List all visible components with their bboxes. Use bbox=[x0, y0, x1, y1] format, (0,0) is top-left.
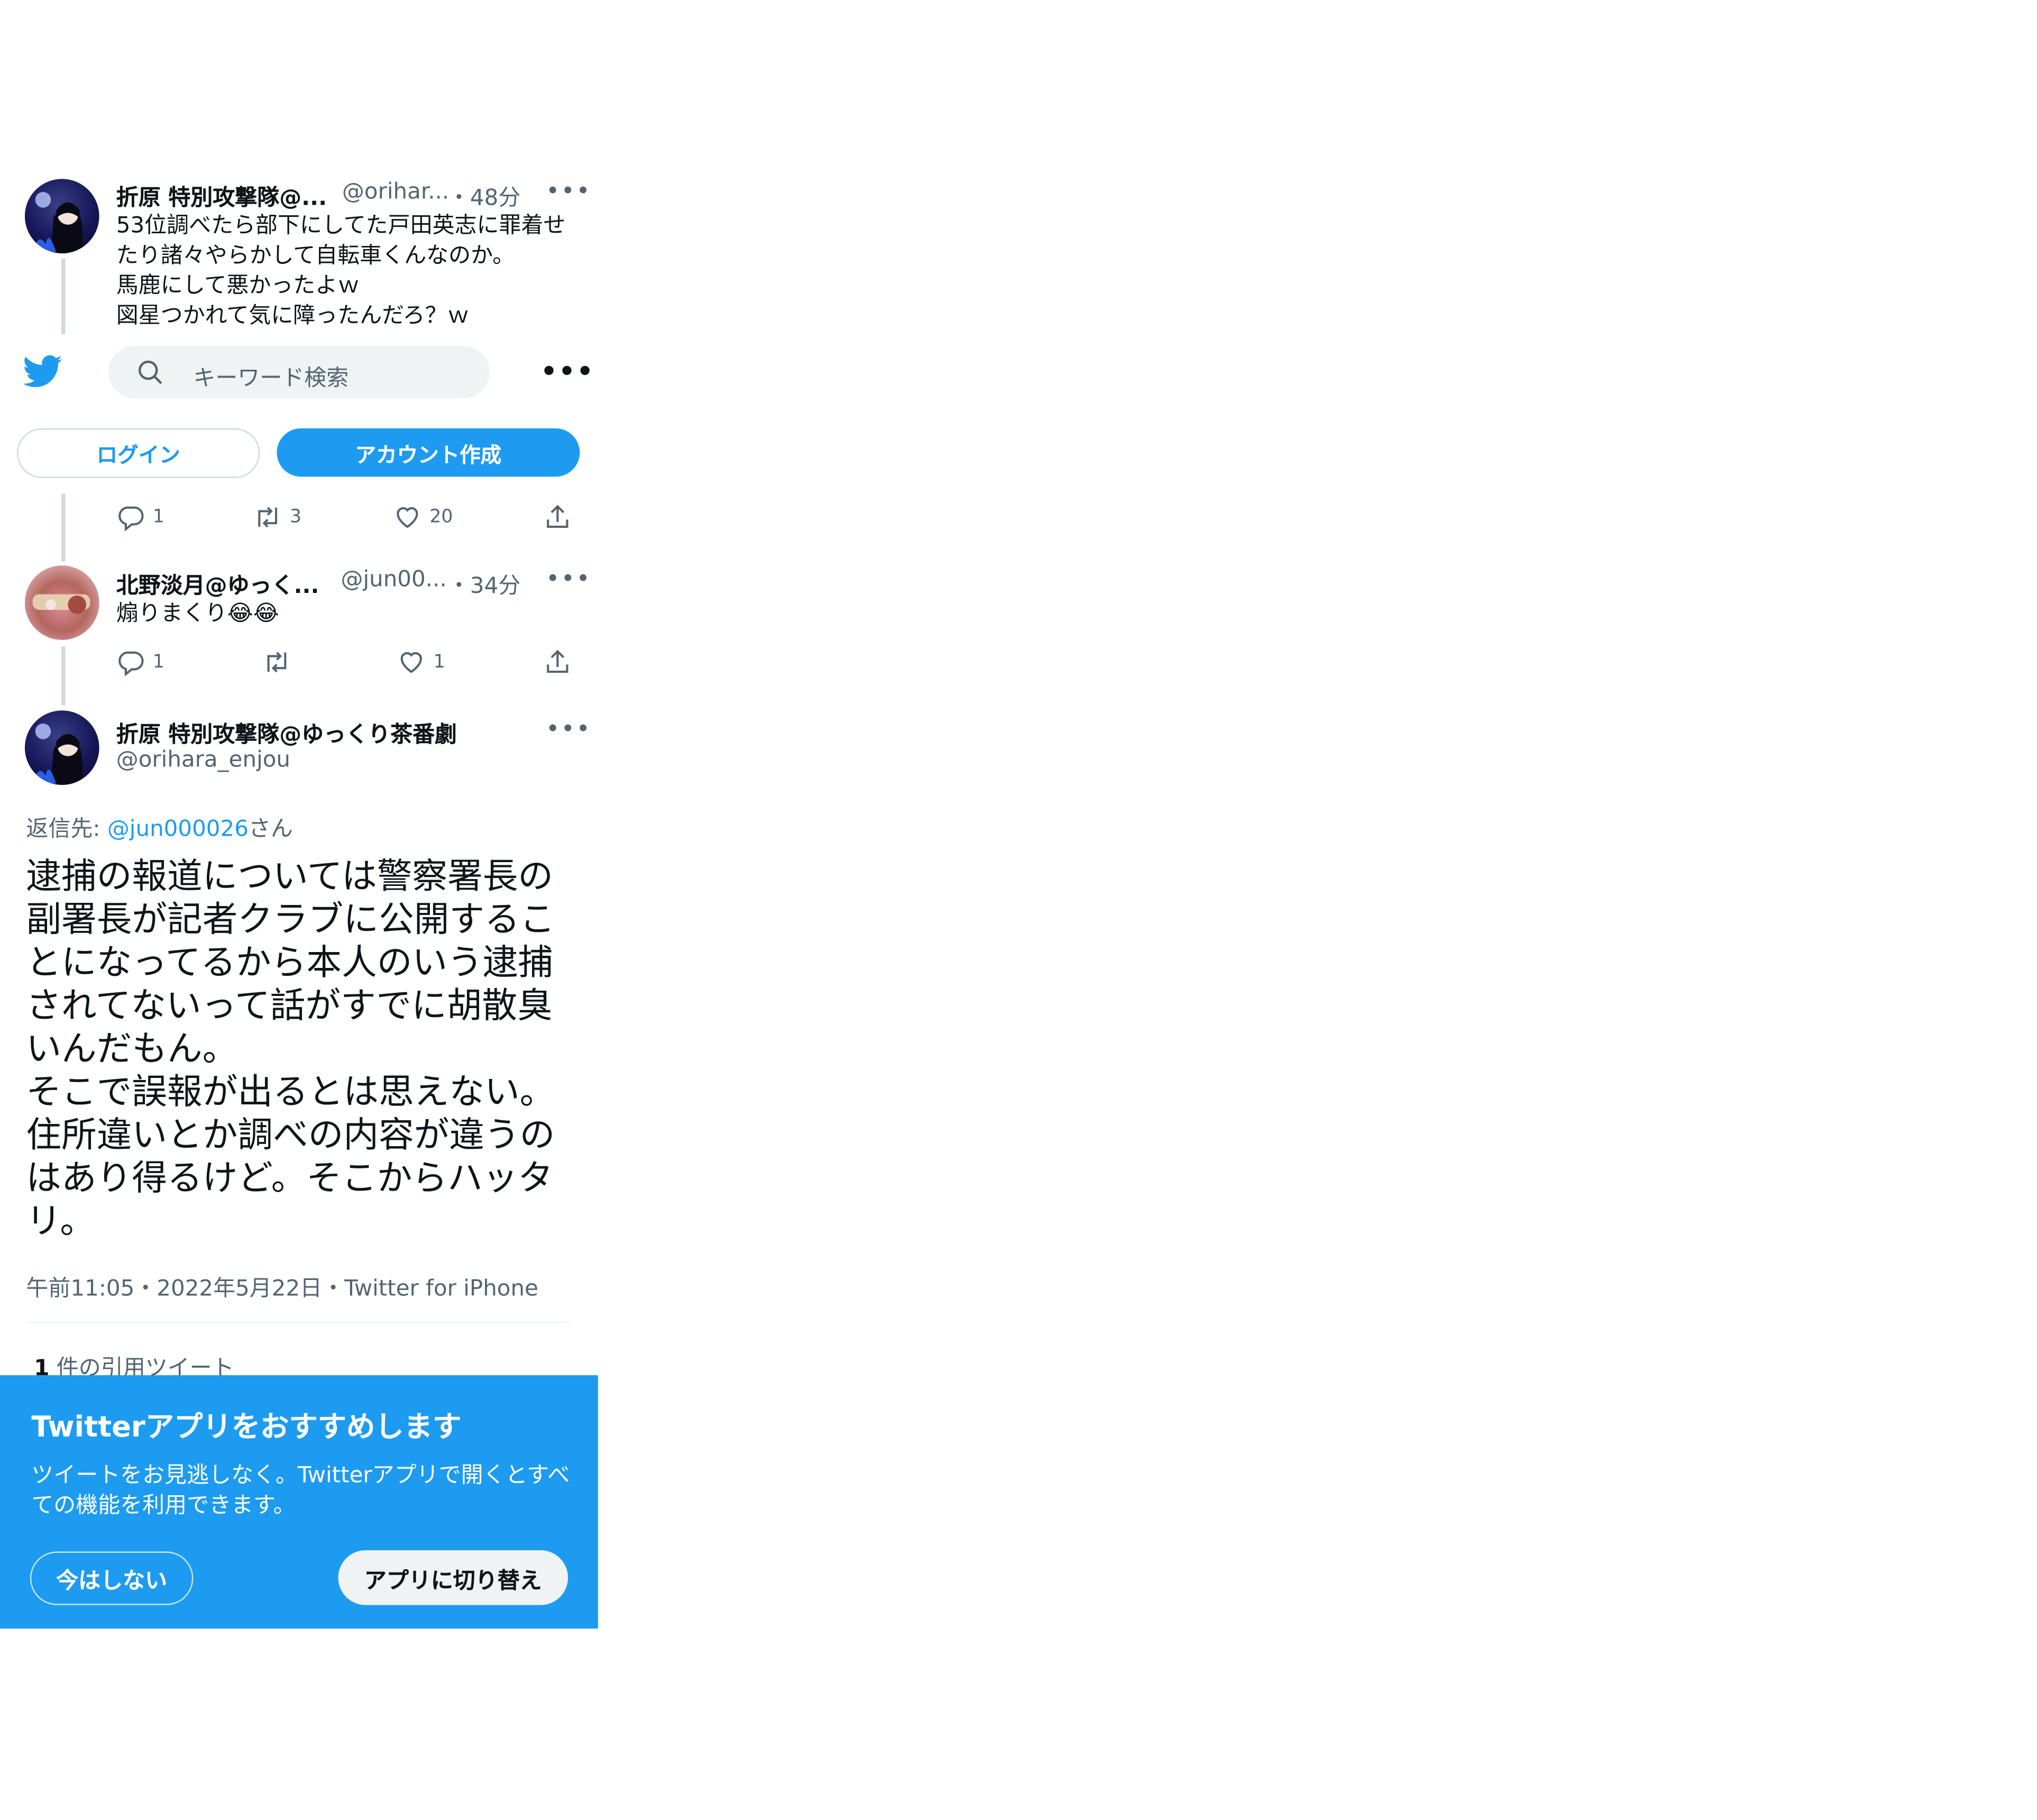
main-tweet-author-handle[interactable]: @orihara_enjou bbox=[116, 747, 290, 773]
search-icon bbox=[137, 359, 163, 390]
twitter-bird-icon[interactable] bbox=[23, 354, 62, 395]
tweet-timestamp[interactable]: ・48分 bbox=[448, 179, 520, 212]
more-menu-icon[interactable]: ••• bbox=[540, 355, 594, 387]
thread-line bbox=[61, 493, 66, 562]
thread-line bbox=[61, 258, 66, 335]
retweet-icon bbox=[267, 652, 287, 673]
retweet-count: 3 bbox=[290, 507, 302, 528]
like-button[interactable]: 1 bbox=[397, 648, 445, 676]
reply-icon bbox=[118, 651, 144, 676]
reply-to-line: 返信先: @jun000026さん bbox=[26, 810, 293, 843]
main-tweet-author-name[interactable]: 折原 特別攻撃隊@ゆっくり茶番劇 bbox=[116, 716, 457, 748]
timeline-column: 折原 特別攻撃隊@... @orihar... ・48分 ••• 53位調べたら… bbox=[0, 0, 598, 1819]
reply-count: 1 bbox=[152, 507, 164, 528]
tweet-author-handle[interactable]: @orihar... bbox=[342, 179, 449, 205]
switch-to-app-button[interactable]: アプリに切り替え bbox=[338, 1550, 568, 1605]
heart-icon bbox=[400, 652, 422, 673]
more-options-icon[interactable]: ••• bbox=[546, 565, 591, 593]
share-button[interactable] bbox=[543, 503, 572, 532]
avatar[interactable] bbox=[24, 179, 99, 254]
reply-icon bbox=[118, 506, 144, 532]
tweet-timestamp[interactable]: ・34分 bbox=[448, 567, 520, 599]
more-options-icon[interactable]: ••• bbox=[546, 178, 591, 205]
thread-line bbox=[61, 646, 66, 706]
reply-to-link[interactable]: @jun000026 bbox=[107, 816, 249, 842]
avatar[interactable] bbox=[24, 710, 99, 785]
reply-to-prefix: 返信先: bbox=[26, 816, 107, 843]
search-input[interactable]: キーワード検索 bbox=[108, 346, 490, 399]
banner-body: ツイートをお見逃しなく。Twitterアプリで開くとすべての機能を利用できます。 bbox=[31, 1462, 570, 1519]
app-promo-banner: Twitterアプリをおすすめします ツイートをお見逃しなく。Twitterアプ… bbox=[0, 1375, 598, 1629]
share-icon bbox=[547, 650, 568, 673]
divider bbox=[26, 1321, 571, 1323]
banner-title: Twitterアプリをおすすめします bbox=[31, 1412, 462, 1444]
login-button[interactable]: ログイン bbox=[17, 428, 260, 478]
tweet-text: 53位調べたら部下にしてた戸田英志に罪着せたり諸々やらかして自転車くんなのか。 … bbox=[116, 213, 566, 330]
retweet-icon bbox=[258, 507, 278, 528]
heart-icon bbox=[397, 507, 418, 528]
reply-count: 1 bbox=[152, 652, 164, 673]
main-tweet-text: 逮捕の報道については警察署長の副署長が記者クラブに公開することになってるから本人… bbox=[26, 856, 555, 1242]
like-count: 20 bbox=[429, 507, 453, 528]
retweet-button[interactable]: 3 bbox=[253, 503, 301, 532]
not-now-button[interactable]: 今はしない bbox=[30, 1551, 194, 1605]
tweet-author-handle[interactable]: @jun00... bbox=[341, 567, 446, 593]
like-count: 1 bbox=[433, 652, 445, 673]
search-placeholder: キーワード検索 bbox=[193, 365, 349, 392]
reply-button[interactable]: 1 bbox=[116, 648, 164, 676]
share-button[interactable] bbox=[543, 648, 572, 676]
tweet-text: 煽りまくり😂😂 bbox=[116, 600, 279, 627]
signup-button[interactable]: アカウント作成 bbox=[277, 428, 580, 477]
tweet-author-name[interactable]: 北野淡月@ゆっく... bbox=[116, 567, 319, 599]
reply-button[interactable]: 1 bbox=[116, 503, 164, 532]
reply-to-suffix: さん bbox=[248, 816, 293, 843]
like-button[interactable]: 20 bbox=[393, 503, 453, 532]
tweet-author-name[interactable]: 折原 特別攻撃隊@... bbox=[116, 179, 327, 212]
retweet-button[interactable] bbox=[262, 648, 299, 676]
main-tweet-meta[interactable]: 午前11:05・2022年5月22日・Twitter for iPhone bbox=[26, 1269, 538, 1302]
share-icon bbox=[547, 505, 568, 528]
avatar[interactable] bbox=[24, 565, 99, 640]
more-options-icon[interactable]: ••• bbox=[546, 716, 591, 743]
